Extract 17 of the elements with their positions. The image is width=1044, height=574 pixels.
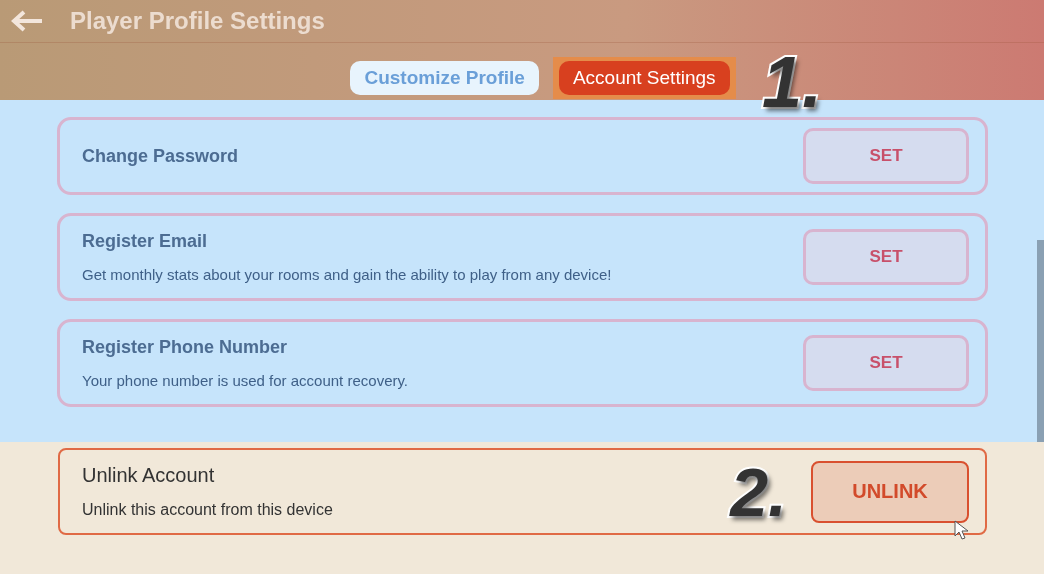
- tab[interactable]: Account Settings: [558, 61, 730, 95]
- window-title: Player Profile Settings: [70, 7, 325, 35]
- setting-title: Register Phone Number: [82, 337, 289, 358]
- scrollbar[interactable]: [1037, 240, 1044, 442]
- setting-description: Get monthly stats about your rooms and gain the ability to play from any device!: [82, 266, 612, 283]
- set-button[interactable]: SET: [803, 229, 969, 285]
- setting-title: Register Email: [82, 231, 209, 252]
- set-button[interactable]: SET: [803, 335, 969, 391]
- back-arrow-icon[interactable]: [10, 9, 44, 33]
- unlink-button[interactable]: UNLINK: [811, 460, 969, 523]
- tab[interactable]: Customize Profile: [350, 61, 539, 95]
- step-number: 2.: [730, 457, 787, 526]
- setting-description: Your phone number is used for account recovery.: [82, 372, 409, 389]
- setting-title: Unlink Account: [82, 464, 216, 487]
- set-button[interactable]: SET: [803, 128, 969, 184]
- setting-description: Unlink this account from this device: [82, 501, 334, 519]
- setting-title: Change Password: [82, 145, 239, 167]
